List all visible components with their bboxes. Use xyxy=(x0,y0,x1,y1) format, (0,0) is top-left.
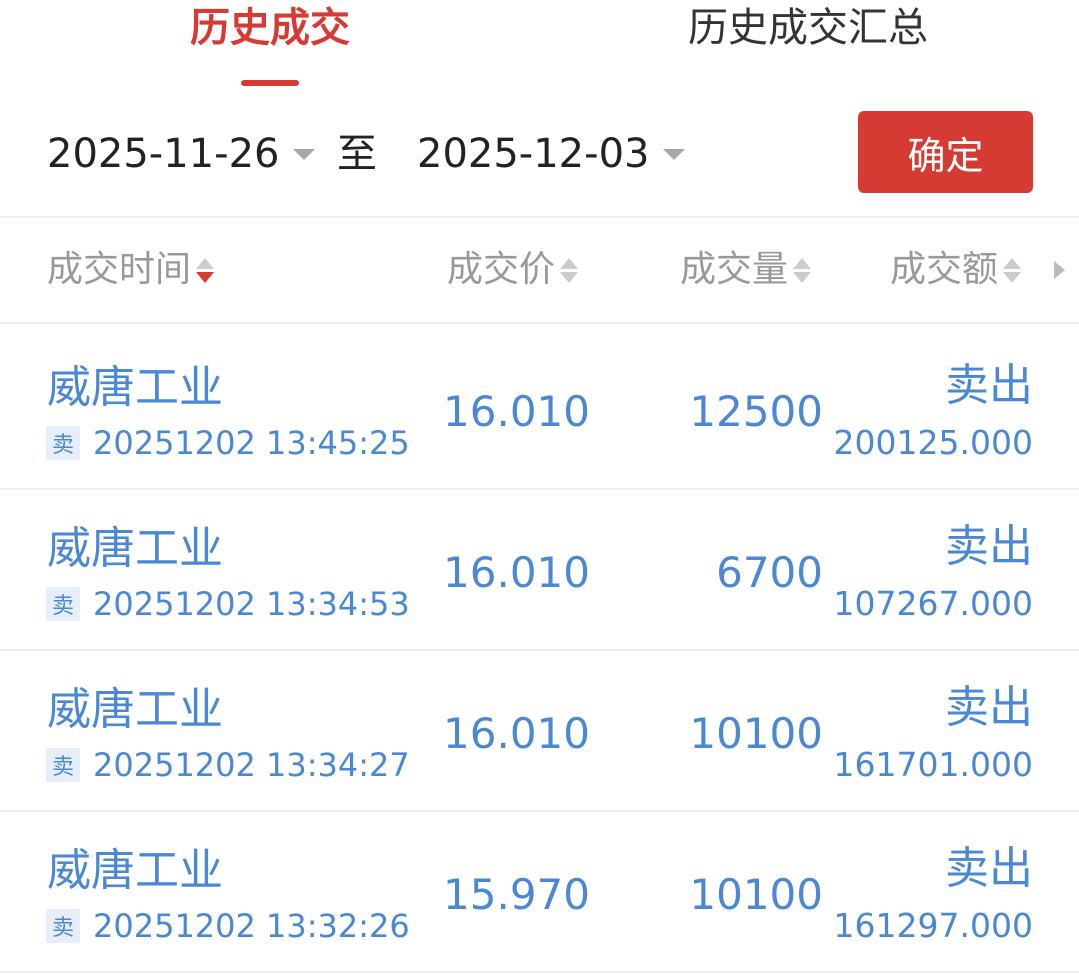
divider xyxy=(0,649,1079,651)
side-badge: 卖 xyxy=(46,426,80,460)
tab-history-trades[interactable]: 历史成交 xyxy=(190,2,350,54)
sort-icon xyxy=(793,257,812,283)
confirm-button[interactable]: 确定 xyxy=(858,111,1033,193)
tab-history-summary[interactable]: 历史成交汇总 xyxy=(688,2,928,54)
sort-icon xyxy=(560,257,579,283)
table-row[interactable]: 威唐工业 卖 20251202 13:34:53 16.010 6700 卖出 … xyxy=(0,491,1079,651)
table-row[interactable]: 威唐工业 卖 20251202 13:32:26 15.970 10100 卖出… xyxy=(0,813,1079,973)
start-date-value: 2025-11-26 xyxy=(47,131,280,177)
trade-price: 16.010 xyxy=(443,387,590,436)
trade-time: 20251202 13:34:53 xyxy=(93,585,410,623)
sort-icon xyxy=(196,257,215,283)
header-trade-time[interactable]: 成交时间 xyxy=(47,246,215,294)
trade-amount: 107267.000 xyxy=(833,584,1033,623)
header-amount[interactable]: 成交额 xyxy=(890,246,1022,294)
header-volume-label: 成交量 xyxy=(680,249,789,290)
trade-direction: 卖出 xyxy=(945,843,1033,894)
trade-time: 20251202 13:45:25 xyxy=(93,424,410,462)
scroll-right-icon[interactable] xyxy=(1054,261,1065,279)
stock-name: 威唐工业 xyxy=(47,684,223,735)
divider xyxy=(0,971,1079,973)
header-volume[interactable]: 成交量 xyxy=(680,246,812,294)
trade-direction: 卖出 xyxy=(945,360,1033,411)
header-amount-label: 成交额 xyxy=(890,249,999,290)
chevron-down-icon xyxy=(293,148,316,160)
divider xyxy=(0,810,1079,812)
trade-direction: 卖出 xyxy=(945,682,1033,733)
trade-price: 16.010 xyxy=(443,709,590,758)
trade-volume: 12500 xyxy=(689,387,823,436)
trade-amount: 161701.000 xyxy=(833,745,1033,784)
start-date-picker[interactable]: 2025-11-26 xyxy=(47,128,316,180)
trade-direction: 卖出 xyxy=(945,521,1033,572)
sort-icon xyxy=(1003,257,1022,283)
trade-time: 20251202 13:34:27 xyxy=(93,746,410,784)
stock-name: 威唐工业 xyxy=(47,845,223,896)
divider xyxy=(0,488,1079,490)
trade-price: 16.010 xyxy=(443,548,590,597)
tab-bar: 历史成交 历史成交汇总 xyxy=(0,0,1079,96)
date-range-filter: 2025-11-26 至 2025-12-03 确定 xyxy=(0,108,1079,200)
trade-time: 20251202 13:32:26 xyxy=(93,907,410,945)
stock-name: 威唐工业 xyxy=(47,523,223,574)
end-date-picker[interactable]: 2025-12-03 xyxy=(417,128,686,180)
trade-amount: 161297.000 xyxy=(833,906,1033,945)
divider xyxy=(0,322,1079,324)
side-badge: 卖 xyxy=(46,587,80,621)
end-date-value: 2025-12-03 xyxy=(417,131,650,177)
trade-volume: 10100 xyxy=(689,870,823,919)
trade-amount: 200125.000 xyxy=(833,423,1033,462)
header-trade-time-label: 成交时间 xyxy=(47,249,192,290)
table-header: 成交时间 成交价 成交量 成交额 xyxy=(0,218,1079,322)
side-badge: 卖 xyxy=(46,909,80,943)
header-price-label: 成交价 xyxy=(447,249,556,290)
trade-price: 15.970 xyxy=(443,870,590,919)
table-row[interactable]: 威唐工业 卖 20251202 13:34:27 16.010 10100 卖出… xyxy=(0,652,1079,812)
header-price[interactable]: 成交价 xyxy=(447,246,579,294)
chevron-down-icon xyxy=(663,148,686,160)
trade-volume: 10100 xyxy=(689,709,823,758)
stock-name: 威唐工业 xyxy=(47,362,223,413)
active-tab-indicator xyxy=(241,80,299,86)
table-row[interactable]: 威唐工业 卖 20251202 13:45:25 16.010 12500 卖出… xyxy=(0,330,1079,490)
date-range-separator: 至 xyxy=(337,131,377,177)
trade-volume: 6700 xyxy=(716,548,823,597)
side-badge: 卖 xyxy=(46,748,80,782)
